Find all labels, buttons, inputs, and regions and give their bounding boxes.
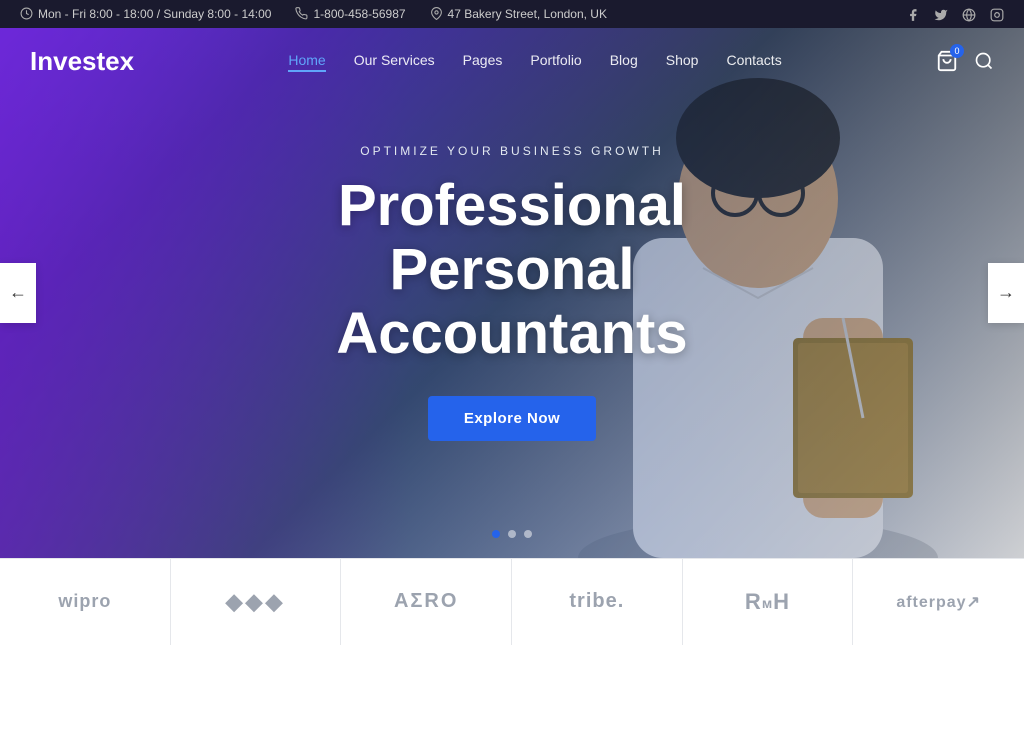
address-text: 47 Bakery Street, London, UK (448, 7, 607, 21)
nav-link-portfolio[interactable]: Portfolio (530, 52, 581, 68)
nav-link-shop[interactable]: Shop (666, 52, 699, 68)
logo-rmh: RᴍH (683, 559, 854, 645)
top-bar: Mon - Fri 8:00 - 18:00 / Sunday 8:00 - 1… (0, 0, 1024, 28)
dot-1[interactable] (492, 530, 500, 538)
logos-bar: wipro ◆◆◆ AΣRO tribe. RᴍH afterpay↗ (0, 558, 1024, 645)
rmh-logo: RᴍH (745, 589, 790, 615)
dot-2[interactable] (508, 530, 516, 538)
tribe-logo: tribe. (569, 590, 624, 613)
search-button[interactable] (974, 51, 994, 71)
cart-badge: 0 (950, 44, 964, 58)
clock-icon (20, 7, 33, 20)
explore-now-button[interactable]: Explore Now (428, 396, 596, 441)
slider-prev-button[interactable]: ← (0, 263, 36, 323)
nav-link-pages[interactable]: Pages (463, 52, 503, 68)
logo-afterpay: afterpay↗ (853, 559, 1024, 645)
logo-diamonds: ◆◆◆ (171, 559, 342, 645)
logo: Investex (30, 46, 134, 77)
nav-item-portfolio[interactable]: Portfolio (530, 52, 581, 70)
nav-item-blog[interactable]: Blog (610, 52, 638, 70)
nav-item-contacts[interactable]: Contacts (726, 52, 781, 70)
logo-tribe: tribe. (512, 559, 683, 645)
hours-item: Mon - Fri 8:00 - 18:00 / Sunday 8:00 - 1… (20, 7, 271, 21)
nav-link-services[interactable]: Our Services (354, 52, 435, 68)
nav-links: Home Our Services Pages Portfolio Blog S… (288, 52, 781, 70)
nav-item-pages[interactable]: Pages (463, 52, 503, 70)
nav-link-blog[interactable]: Blog (610, 52, 638, 68)
slider-next-button[interactable]: → (988, 263, 1024, 323)
phone-icon (295, 7, 308, 20)
nav-link-contacts[interactable]: Contacts (726, 52, 781, 68)
wipro-logo: wipro (58, 591, 111, 612)
hero-section: Investex Home Our Services Pages Portfol… (0, 28, 1024, 558)
facebook-icon[interactable] (906, 6, 920, 22)
location-icon (430, 7, 443, 20)
nav-link-home[interactable]: Home (288, 52, 325, 72)
nav-item-shop[interactable]: Shop (666, 52, 699, 70)
address-item: 47 Bakery Street, London, UK (430, 7, 607, 21)
twitter-icon[interactable] (934, 6, 948, 22)
hero-header: Investex Home Our Services Pages Portfol… (0, 28, 1024, 95)
nav-item-home[interactable]: Home (288, 52, 325, 70)
phone-text: 1-800-458-56987 (313, 7, 405, 21)
aero-logo: AΣRO (394, 590, 458, 613)
globe-icon[interactable] (962, 6, 976, 22)
search-icon (974, 51, 994, 71)
nav-item-services[interactable]: Our Services (354, 52, 435, 70)
cart-button[interactable]: 0 (936, 50, 958, 72)
top-bar-social (906, 6, 1004, 22)
hero-subtitle: OPTIMIZE YOUR BUSINESS GROWTH (232, 144, 792, 158)
slider-dots (492, 530, 532, 538)
dot-3[interactable] (524, 530, 532, 538)
diamonds-logo: ◆◆◆ (226, 589, 286, 615)
instagram-icon[interactable] (990, 6, 1004, 22)
afterpay-logo: afterpay↗ (896, 592, 981, 612)
hero-title: Professional Personal Accountants (232, 174, 792, 365)
hours-text: Mon - Fri 8:00 - 18:00 / Sunday 8:00 - 1… (38, 7, 271, 21)
logo-wipro: wipro (0, 559, 171, 645)
phone-item: 1-800-458-56987 (295, 7, 405, 21)
hero-content: OPTIMIZE YOUR BUSINESS GROWTH Profession… (212, 144, 812, 440)
nav-actions: 0 (936, 50, 994, 72)
top-bar-left: Mon - Fri 8:00 - 18:00 / Sunday 8:00 - 1… (20, 7, 607, 21)
logo-aero: AΣRO (341, 559, 512, 645)
